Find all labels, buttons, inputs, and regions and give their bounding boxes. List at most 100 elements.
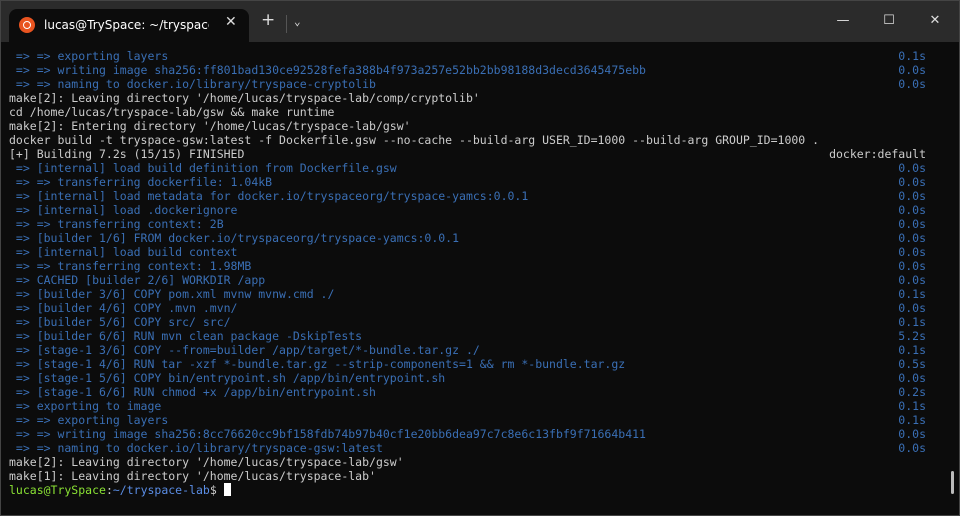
- line-text: => [internal] load metadata for docker.i…: [9, 189, 529, 203]
- line-duration: 0.0s: [898, 203, 926, 217]
- line-duration: 0.0s: [898, 245, 926, 259]
- divider: [286, 15, 287, 33]
- terminal-line: => => naming to docker.io/library/tryspa…: [9, 441, 926, 455]
- line-text: make[1]: Leaving directory '/home/lucas/…: [9, 469, 376, 483]
- line-text: => [stage-1 4/6] RUN tar -xzf *-bundle.t…: [9, 357, 626, 371]
- line-text: => => transferring dockerfile: 1.04kB: [9, 175, 273, 189]
- line-text: => [stage-1 5/6] COPY bin/entrypoint.sh …: [9, 371, 446, 385]
- line-duration: 0.0s: [898, 427, 926, 441]
- line-duration: 0.0s: [898, 77, 926, 91]
- shell-prompt[interactable]: lucas@TrySpace:~/tryspace-lab$: [9, 483, 926, 497]
- line-text: => => exporting layers: [9, 413, 169, 427]
- prompt-user: lucas@TrySpace: [9, 483, 106, 497]
- line-text: => [builder 1/6] FROM docker.io/tryspace…: [9, 231, 460, 245]
- line-duration: 0.1s: [898, 399, 926, 413]
- scrollbar[interactable]: [951, 471, 954, 494]
- line-duration: 0.0s: [898, 231, 926, 245]
- line-duration: 0.1s: [898, 343, 926, 357]
- line-text: make[2]: Leaving directory '/home/lucas/…: [9, 455, 404, 469]
- line-text: => [internal] load .dockerignore: [9, 203, 238, 217]
- title-bar: lucas@TrySpace: ~/tryspace-lab ✕ + ⌄ — ☐…: [0, 0, 960, 42]
- terminal-line: => [stage-1 4/6] RUN tar -xzf *-bundle.t…: [9, 357, 926, 371]
- terminal-line: => [internal] load .dockerignore 0.0s: [9, 203, 926, 217]
- terminal-line: => [builder 1/6] FROM docker.io/tryspace…: [9, 231, 926, 245]
- line-text: => [internal] load build context: [9, 245, 238, 259]
- line-duration: 5.2s: [898, 329, 926, 343]
- terminal-line: => [builder 4/6] COPY .mvn .mvn/0.0s: [9, 301, 926, 315]
- line-text: => [stage-1 6/6] RUN chmod +x /app/bin/e…: [9, 385, 376, 399]
- terminal-line: make[2]: Leaving directory '/home/lucas/…: [9, 455, 926, 469]
- line-text: => [internal] load build definition from…: [9, 161, 397, 175]
- line-duration: 0.0s: [898, 259, 926, 273]
- line-duration: 0.0s: [898, 175, 926, 189]
- line-duration: 0.1s: [898, 49, 926, 63]
- line-duration: 0.0s: [898, 161, 926, 175]
- terminal-line: docker build -t tryspace-gsw:latest -f D…: [9, 133, 926, 147]
- close-button[interactable]: ✕: [912, 0, 958, 42]
- line-text: => => transferring context: 1.98MB: [9, 259, 252, 273]
- terminal-line: => => naming to docker.io/library/tryspa…: [9, 77, 926, 91]
- line-text: => => transferring context: 2B: [9, 217, 224, 231]
- terminal-line: make[2]: Leaving directory '/home/lucas/…: [9, 91, 926, 105]
- line-text: => => writing image sha256:ff801bad130ce…: [9, 63, 646, 77]
- line-duration: 0.1s: [898, 287, 926, 301]
- line-text: => [stage-1 3/6] COPY --from=builder /ap…: [9, 343, 480, 357]
- new-tab-button[interactable]: +: [261, 12, 275, 29]
- line-text: => [builder 3/6] COPY pom.xml mvnw mvnw.…: [9, 287, 335, 301]
- line-text: => => naming to docker.io/library/tryspa…: [9, 441, 383, 455]
- terminal-line: => => exporting layers 0.1s: [9, 49, 926, 63]
- terminal-line: => => transferring context: 1.98MB 0.0s: [9, 259, 926, 273]
- line-text: => [builder 6/6] RUN mvn clean package -…: [9, 329, 363, 343]
- line-duration: 0.0s: [898, 189, 926, 203]
- terminal-line: => => transferring dockerfile: 1.04kB 0.0…: [9, 175, 926, 189]
- terminal-output[interactable]: => => exporting layers 0.1s => => writing…: [0, 42, 950, 516]
- prompt-path: ~/tryspace-lab: [112, 483, 210, 497]
- line-duration: 0.0s: [898, 441, 926, 455]
- line-text: => exporting to image: [9, 399, 162, 413]
- terminal-line: => => transferring context: 2B 0.0s: [9, 217, 926, 231]
- maximize-button[interactable]: ☐: [866, 0, 912, 42]
- line-duration: docker:default: [829, 147, 926, 161]
- line-text: => CACHED [builder 2/6] WORKDIR /app: [9, 273, 266, 287]
- terminal-tab[interactable]: lucas@TrySpace: ~/tryspace-lab ✕: [9, 9, 249, 42]
- line-duration: 0.5s: [898, 357, 926, 371]
- ubuntu-icon: [19, 17, 35, 33]
- terminal-line: make[2]: Entering directory '/home/lucas…: [9, 119, 926, 133]
- line-duration: 0.2s: [898, 385, 926, 399]
- line-text: make[2]: Leaving directory '/home/lucas/…: [9, 91, 480, 105]
- chevron-down-icon[interactable]: ⌄: [294, 15, 301, 28]
- terminal-line: => [internal] load metadata for docker.i…: [9, 189, 926, 203]
- terminal-line: => [stage-1 6/6] RUN chmod +x /app/bin/e…: [9, 385, 926, 399]
- line-duration: 0.0s: [898, 63, 926, 77]
- line-duration: 0.1s: [898, 413, 926, 427]
- line-text: make[2]: Entering directory '/home/lucas…: [9, 119, 411, 133]
- terminal-line: => [builder 6/6] RUN mvn clean package -…: [9, 329, 926, 343]
- tab-close-icon[interactable]: ✕: [225, 14, 237, 30]
- line-text: => => exporting layers: [9, 49, 169, 63]
- terminal-line: => CACHED [builder 2/6] WORKDIR /app 0.0s: [9, 273, 926, 287]
- prompt-colon: :: [105, 483, 113, 497]
- terminal-line: => => exporting layers 0.1s: [9, 413, 926, 427]
- line-duration: 0.0s: [898, 273, 926, 287]
- line-duration: 0.0s: [898, 371, 926, 385]
- line-text: => => naming to docker.io/library/tryspa…: [9, 77, 376, 91]
- line-duration: 0.0s: [898, 301, 926, 315]
- line-text: => [builder 5/6] COPY src/ src/: [9, 315, 231, 329]
- terminal-line: cd /home/lucas/tryspace-lab/gsw && make …: [9, 105, 926, 119]
- line-text: => [builder 4/6] COPY .mvn .mvn/: [9, 301, 238, 315]
- line-duration: 0.1s: [898, 315, 926, 329]
- terminal-line: => [internal] load build definition from…: [9, 161, 926, 175]
- tab-title: lucas@TrySpace: ~/tryspace-lab: [44, 18, 209, 32]
- terminal-line: => [builder 5/6] COPY src/ src/0.1s: [9, 315, 926, 329]
- line-text: [+] Building 7.2s (15/15) FINISHED: [9, 147, 245, 161]
- terminal-line: make[1]: Leaving directory '/home/lucas/…: [9, 469, 926, 483]
- terminal-line: => [stage-1 5/6] COPY bin/entrypoint.sh …: [9, 371, 926, 385]
- minimize-button[interactable]: —: [820, 0, 866, 42]
- prompt-symbol: $: [209, 483, 224, 497]
- terminal-line: => => writing image sha256:ff801bad130ce…: [9, 63, 926, 77]
- line-text: => => writing image sha256:8cc76620cc9bf…: [9, 427, 646, 441]
- cursor: [223, 483, 231, 496]
- line-text: cd /home/lucas/tryspace-lab/gsw && make …: [9, 105, 335, 119]
- terminal-line: => [builder 3/6] COPY pom.xml mvnw mvnw.…: [9, 287, 926, 301]
- line-duration: 0.0s: [898, 217, 926, 231]
